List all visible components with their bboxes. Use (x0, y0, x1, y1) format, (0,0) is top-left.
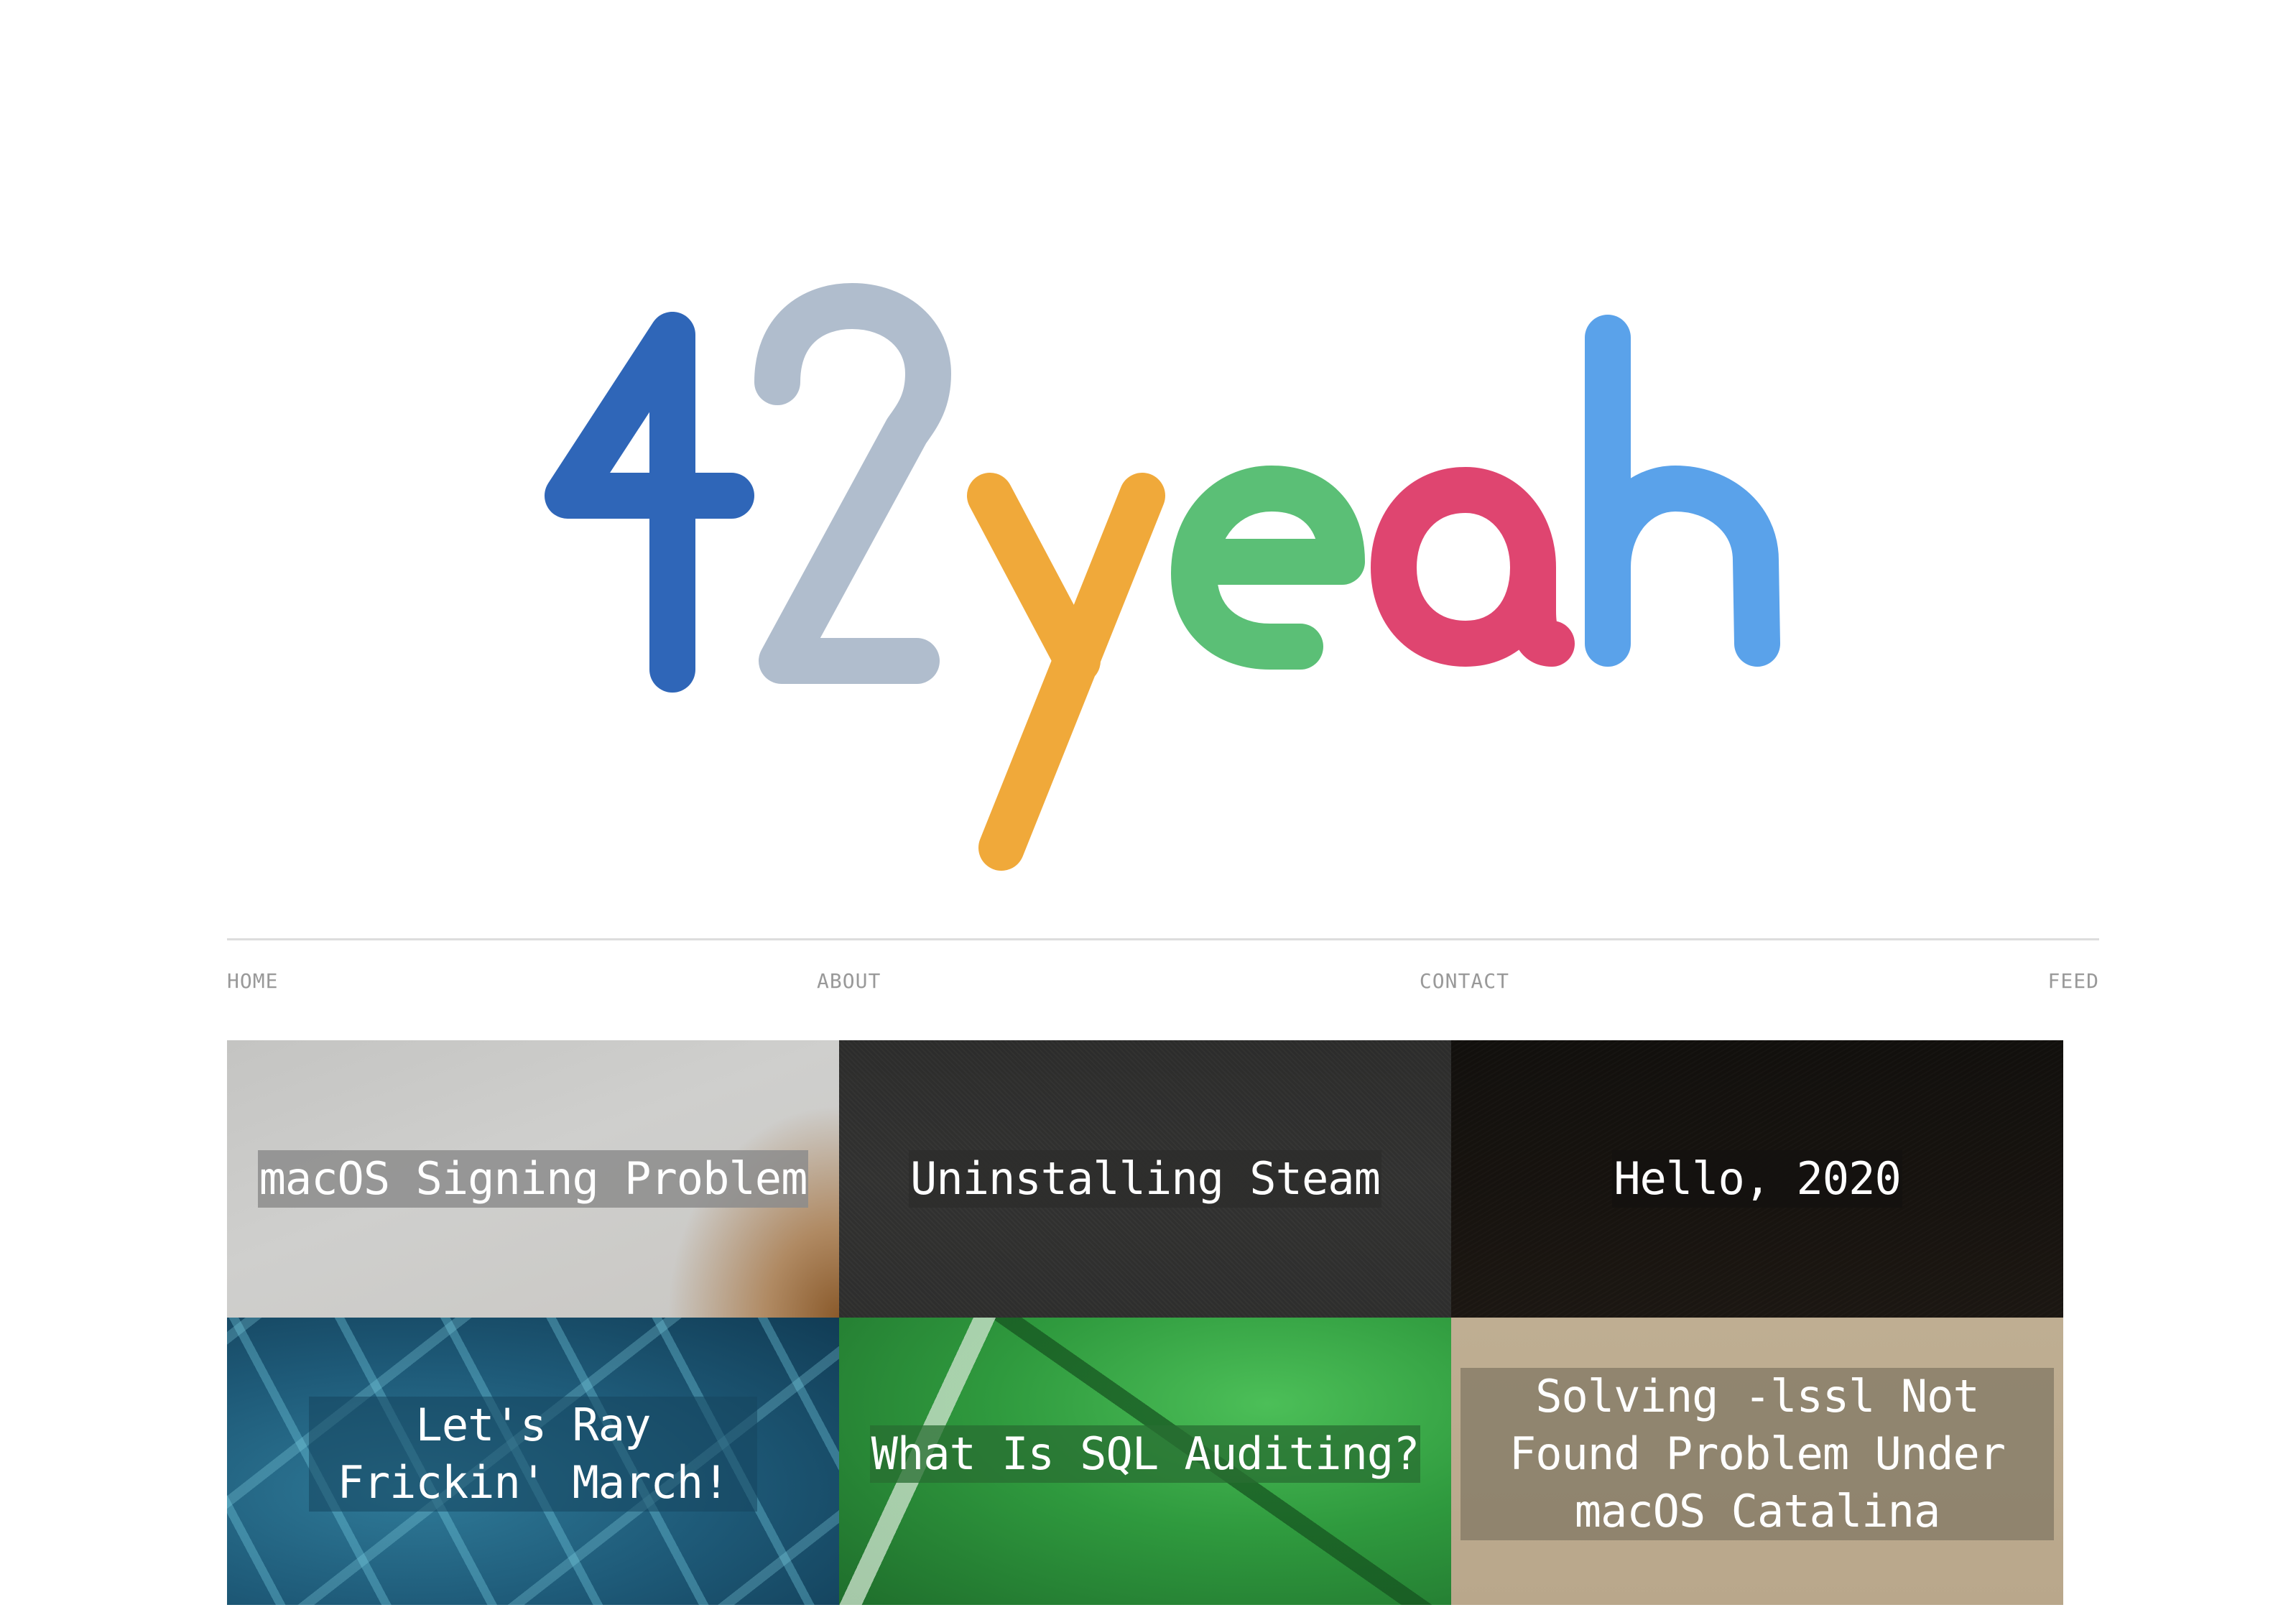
post-title: What Is SQL Auditing? (869, 1425, 1421, 1483)
post-tile[interactable]: Let's Ray Frickin' March! (227, 1318, 839, 1605)
site-logo[interactable]: 42yeah (0, 0, 2296, 920)
post-grid: macOS Signing Problem Uninstalling Steam… (227, 1040, 2063, 1615)
logo-letter-y (967, 473, 1165, 871)
logo-letter-e (1171, 466, 1365, 670)
post-title: Solving -lssl Not Found Problem Under ma… (1461, 1368, 2054, 1540)
post-tile[interactable]: Hello, 2020 (1451, 1040, 2063, 1318)
main-nav: HOME ABOUT CONTACT FEED (227, 963, 2099, 999)
logo-letter-4 (545, 312, 754, 693)
post-title: Let's Ray Frickin' March! (309, 1397, 757, 1512)
nav-about-link[interactable]: ABOUT (817, 969, 881, 993)
logo-letter-2 (754, 283, 951, 684)
nav-feed-link[interactable]: FEED (2048, 969, 2099, 993)
post-tile[interactable]: What Is SQL Auditing? (839, 1318, 1451, 1605)
post-tile[interactable]: macOS Signing Problem (227, 1040, 839, 1318)
logo-wordmark (545, 283, 1780, 871)
logo-letter-h (1585, 315, 1780, 667)
post-tile[interactable]: Solving -lssl Not Found Problem Under ma… (1451, 1318, 2063, 1605)
logo-letter-a (1371, 467, 1575, 667)
nav-contact-link[interactable]: CONTACT (1420, 969, 1509, 993)
post-title: Uninstalling Steam (909, 1150, 1381, 1208)
post-title: macOS Signing Problem (257, 1150, 809, 1208)
nav-divider (227, 938, 2099, 940)
post-tile[interactable]: Uninstalling Steam (839, 1040, 1451, 1318)
nav-home-link[interactable]: HOME (227, 969, 278, 993)
post-title: Hello, 2020 (1612, 1150, 1902, 1208)
